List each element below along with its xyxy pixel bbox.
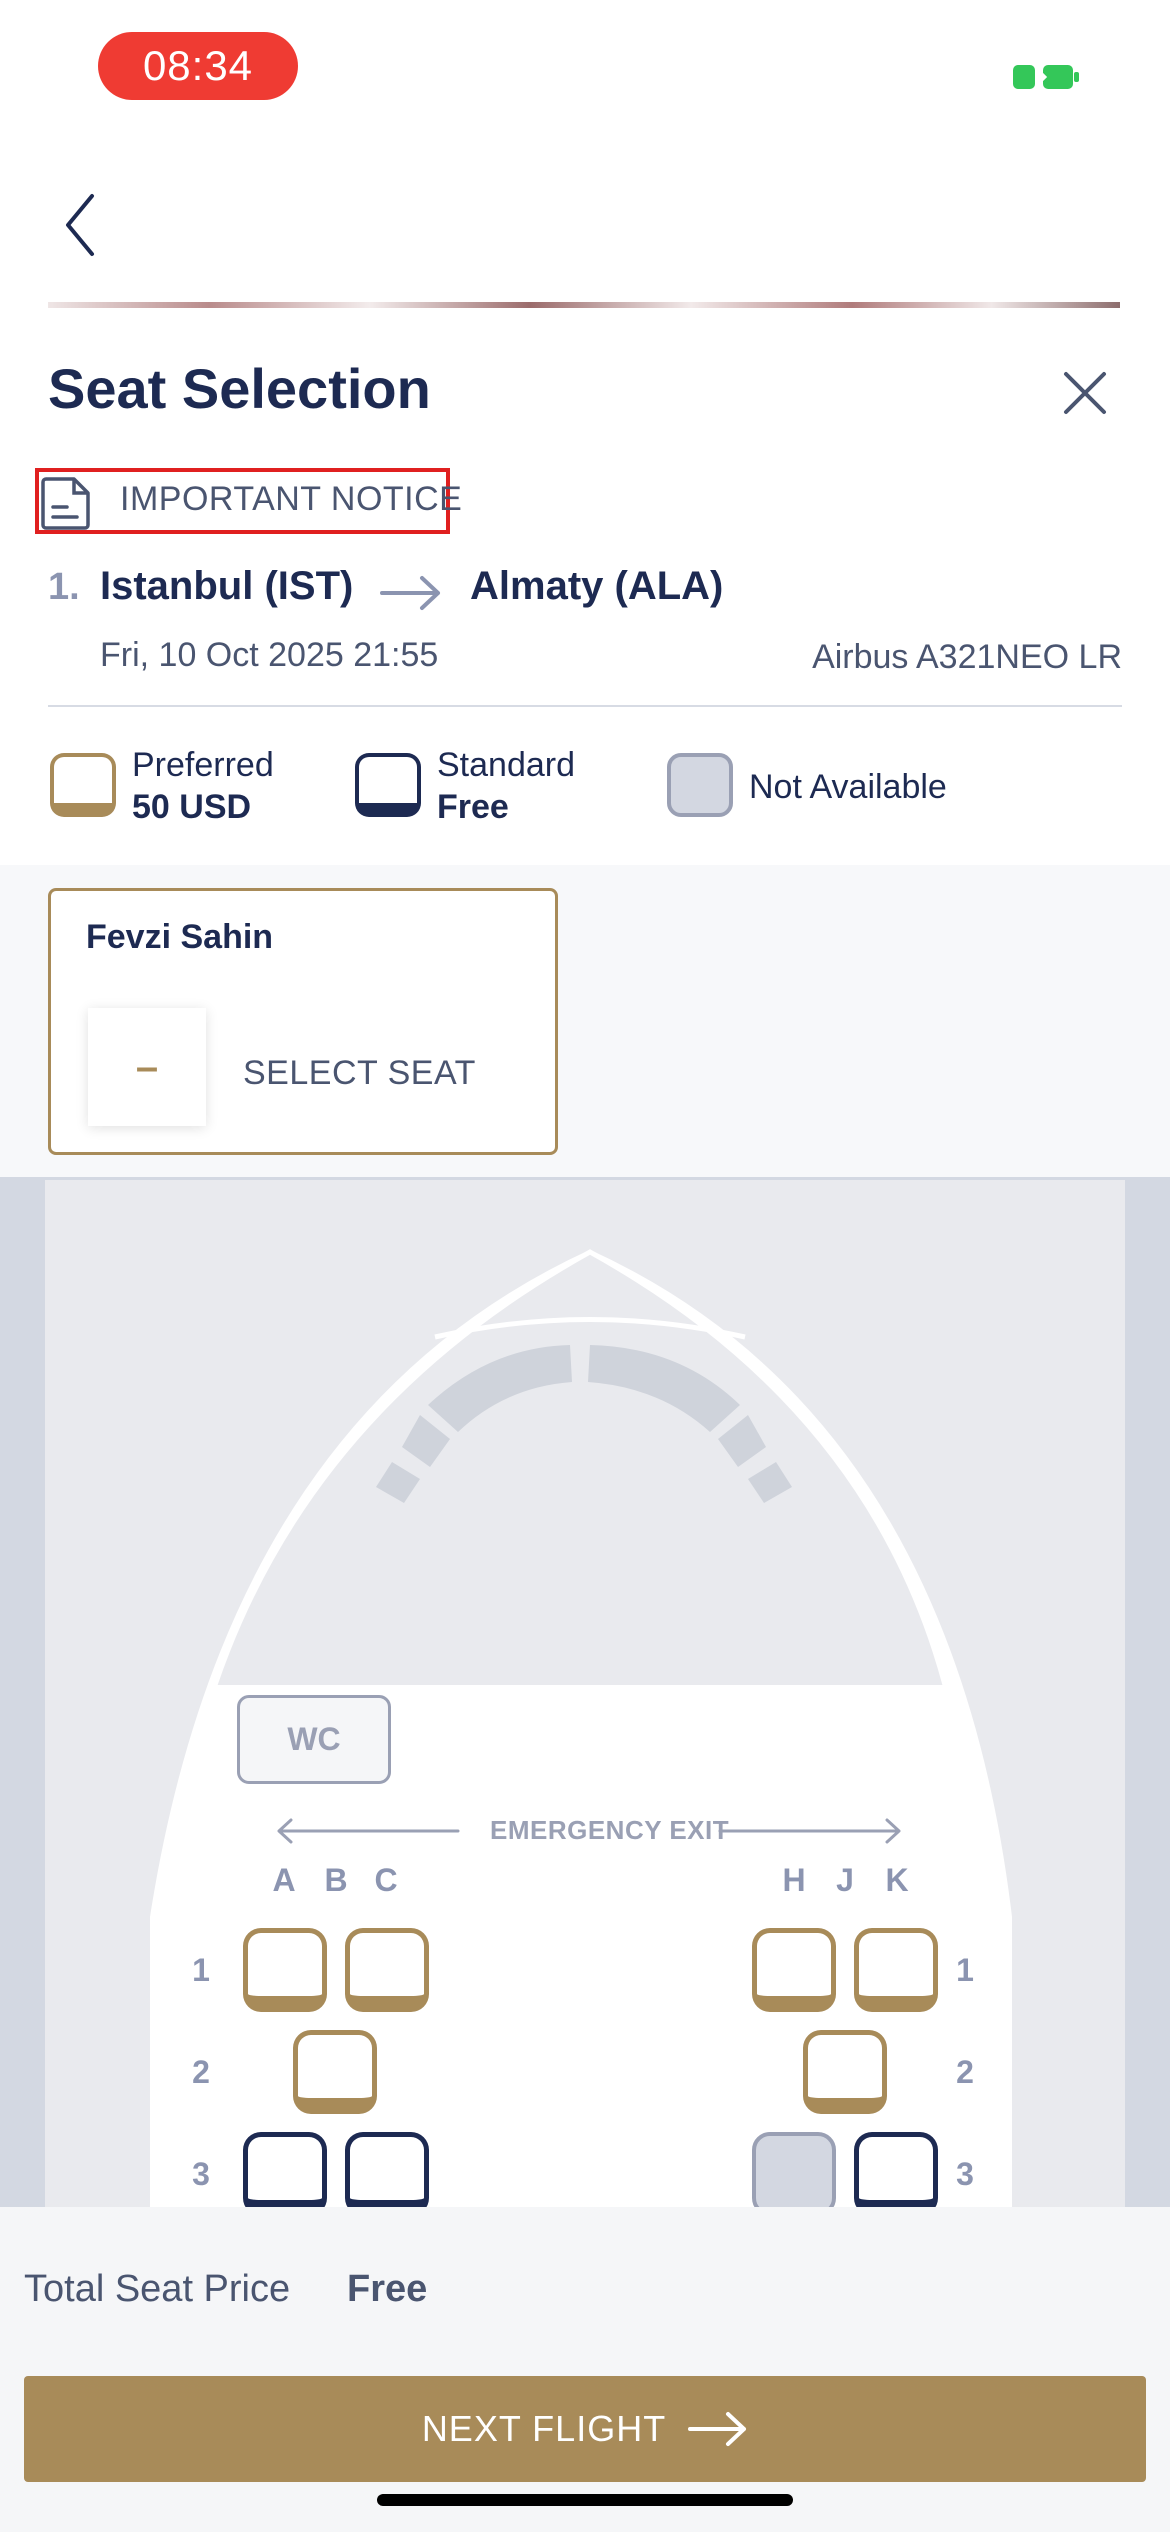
column-label: K xyxy=(885,1862,909,1898)
segment-datetime: Fri, 10 Oct 2025 21:55 xyxy=(100,636,439,674)
legend-preferred-seat-icon xyxy=(50,753,116,817)
row-label: 3 xyxy=(956,2156,974,2192)
hero-image-edge xyxy=(48,302,1120,308)
emergency-exit-label: EMERGENCY EXIT xyxy=(490,1815,730,1845)
passenger-seat-value: – xyxy=(88,1008,206,1126)
important-notice-label[interactable]: IMPORTANT NOTICE xyxy=(120,480,462,519)
row-label: 2 xyxy=(956,2054,974,2090)
bottom-panel xyxy=(0,2207,1170,2532)
legend-unavailable-label: Not Available xyxy=(749,768,947,806)
page-title: Seat Selection xyxy=(48,357,431,420)
column-label: B xyxy=(324,1862,348,1898)
select-seat-label[interactable]: SELECT SEAT xyxy=(243,1054,476,1093)
segment-number: 1. xyxy=(48,566,80,608)
home-indicator xyxy=(377,2494,793,2506)
seat-2J[interactable] xyxy=(803,2030,887,2114)
document-icon xyxy=(41,477,90,530)
legend-standard-label: Standard xyxy=(437,746,575,784)
seat-1H[interactable] xyxy=(752,1928,836,2012)
back-chevron-icon[interactable] xyxy=(60,190,100,260)
seat-3H xyxy=(752,2132,836,2216)
next-flight-label: NEXT FLIGHT xyxy=(421,2408,667,2449)
segment-origin: Istanbul (IST) xyxy=(100,564,354,608)
seat-3A[interactable] xyxy=(243,2132,327,2216)
arrow-right-icon xyxy=(380,576,440,610)
legend-unavailable-seat-icon xyxy=(667,753,733,817)
seat-1A[interactable] xyxy=(243,1928,327,2012)
battery-icon xyxy=(1013,65,1079,89)
segment-destination: Almaty (ALA) xyxy=(470,564,724,608)
column-label: H xyxy=(782,1862,806,1898)
wc-marker: WC xyxy=(237,1695,391,1784)
legend-preferred-label: Preferred xyxy=(132,746,274,784)
column-label: C xyxy=(374,1862,398,1898)
exit-arrow-left-icon xyxy=(277,1818,460,1844)
legend-standard-price: Free xyxy=(437,788,509,826)
row-label: 2 xyxy=(192,2054,210,2090)
column-label: J xyxy=(836,1862,854,1898)
total-seat-price-value: Free xyxy=(347,2268,428,2310)
seat-1K[interactable] xyxy=(854,1928,938,2012)
legend-standard-seat-icon xyxy=(355,753,421,817)
status-time: 08:34 xyxy=(98,32,298,100)
total-seat-price-label: Total Seat Price xyxy=(24,2268,291,2310)
passenger-name: Fevzi Sahin xyxy=(86,918,274,956)
arrow-right-icon xyxy=(688,2412,747,2446)
fuselage-outline xyxy=(150,1249,1012,2207)
row-label: 1 xyxy=(192,1952,210,1988)
seat-2B[interactable] xyxy=(293,2030,377,2114)
row-label: 3 xyxy=(192,2156,210,2192)
seat-1C[interactable] xyxy=(345,1928,429,2012)
seat-3K[interactable] xyxy=(854,2132,938,2216)
exit-arrow-right-icon xyxy=(718,1818,901,1844)
seat-3C[interactable] xyxy=(345,2132,429,2216)
legend-preferred-price: 50 USD xyxy=(132,788,252,826)
segment-aircraft: Airbus A321NEO LR xyxy=(812,638,1122,676)
divider xyxy=(48,705,1122,707)
next-flight-button[interactable]: NEXT FLIGHT xyxy=(24,2376,1146,2482)
row-label: 1 xyxy=(956,1952,974,1988)
close-icon[interactable] xyxy=(1062,370,1108,416)
column-label: A xyxy=(272,1862,296,1898)
